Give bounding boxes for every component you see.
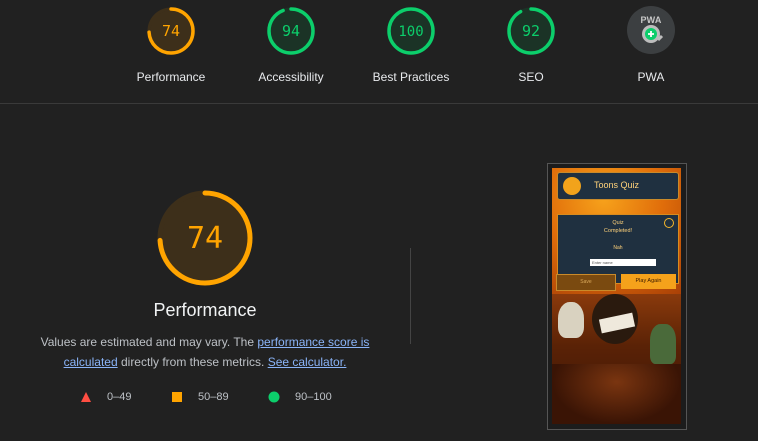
- performance-gauge-large: 74: [155, 188, 255, 293]
- screenshot-app-title: Toons Quiz: [594, 180, 640, 190]
- final-screenshot[interactable]: Toons Quiz Quiz Completed! Nah Enter nam…: [547, 163, 687, 430]
- screenshot-background-scene: [552, 294, 681, 424]
- gauge-ring: 92: [507, 7, 555, 55]
- gauge-ring: 74: [147, 7, 195, 55]
- app-logo-icon: [563, 177, 581, 195]
- gauge-ring: 94: [267, 7, 315, 55]
- gauge-label: Best Practices: [372, 70, 450, 84]
- scene-rocks: [552, 364, 681, 424]
- gauge-score: 100: [398, 24, 423, 40]
- gauge-label: Performance: [136, 70, 206, 84]
- screenshot-name-input: Enter name: [590, 259, 656, 266]
- screenshot-app-header: Toons Quiz: [557, 172, 679, 200]
- scene-character: [558, 302, 584, 338]
- square-icon: [172, 392, 182, 402]
- category-gauges: 74 Performance 94 Accessibility 100 Best…: [0, 0, 758, 104]
- scene-character: [650, 324, 676, 364]
- screenshot-quiz-message: Quiz Completed!: [603, 220, 633, 234]
- screenshot-name-label: Nah: [613, 245, 623, 251]
- performance-score: 74: [187, 221, 223, 256]
- legend-range: 50–89: [198, 391, 229, 403]
- gauge-label: SEO: [518, 70, 544, 84]
- screenshot-save-button: Save: [556, 274, 616, 291]
- lighthouse-report: 74 Performance 94 Accessibility 100 Best…: [0, 0, 758, 441]
- triangle-icon: [81, 392, 91, 402]
- pwa-badge-icon: PWA: [627, 6, 675, 54]
- gauge-best-practices[interactable]: 100 Best Practices: [356, 6, 466, 84]
- gauge-performance[interactable]: 74 Performance: [116, 6, 226, 84]
- performance-description: Values are estimated and may vary. The p…: [30, 332, 380, 372]
- gauge-score: 92: [522, 22, 540, 40]
- legend-item-average: 50–89: [171, 391, 229, 403]
- description-text: directly from these metrics.: [117, 355, 268, 369]
- gauge-score: 74: [162, 22, 180, 40]
- screenshot-image: Toons Quiz Quiz Completed! Nah Enter nam…: [552, 168, 681, 424]
- legend-range: 90–100: [295, 391, 332, 403]
- performance-gauge-ring: 74: [157, 190, 253, 286]
- screenshot-play-again-button: Play Again: [621, 274, 676, 289]
- legend-item-fail: 0–49: [80, 391, 131, 403]
- gauge-label: Accessibility: [258, 70, 324, 84]
- gauge-seo[interactable]: 92 SEO: [476, 6, 586, 84]
- see-calculator-link[interactable]: See calculator.: [268, 355, 347, 369]
- gauge-score: 94: [282, 22, 300, 40]
- pwa-check-icon: [642, 25, 664, 43]
- legend-item-pass: 90–100: [268, 391, 332, 403]
- gauge-ring: 100: [387, 7, 435, 55]
- gauge-accessibility[interactable]: 94 Accessibility: [236, 6, 346, 84]
- gauge-pwa[interactable]: PWA PWA: [596, 6, 706, 84]
- section-divider: [410, 248, 411, 344]
- legend-range: 0–49: [107, 391, 132, 403]
- performance-title: Performance: [153, 300, 257, 320]
- circle-icon: [268, 391, 280, 403]
- gauge-label: PWA: [637, 70, 665, 84]
- description-text: Values are estimated and may vary. The: [40, 335, 258, 349]
